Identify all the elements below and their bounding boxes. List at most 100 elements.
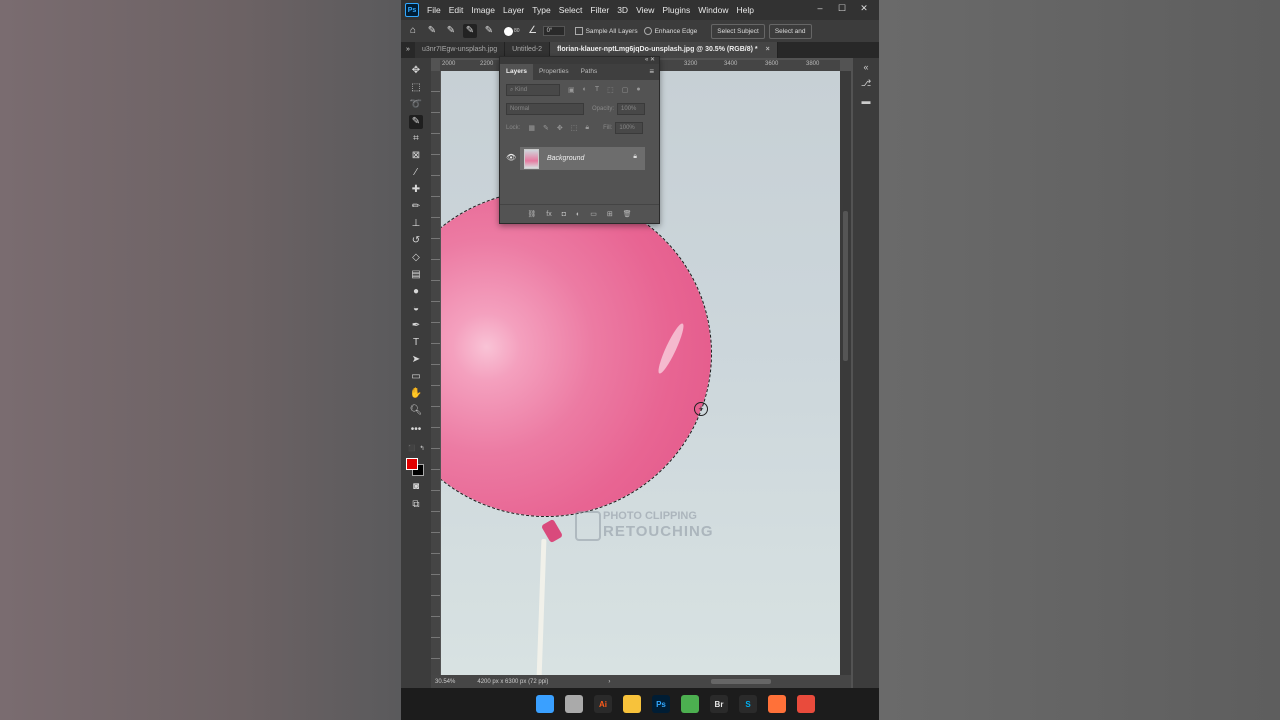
horizontal-scrollbar-thumb[interactable] bbox=[711, 679, 771, 684]
move-tool-icon[interactable]: ✥ bbox=[409, 64, 423, 78]
angle-field[interactable]: 0° bbox=[542, 26, 565, 36]
status-menu-arrow-icon[interactable]: › bbox=[608, 679, 610, 685]
path-selection-tool-icon[interactable]: ➤ bbox=[409, 353, 423, 367]
vertical-scrollbar[interactable] bbox=[840, 71, 851, 675]
menu-item-3d[interactable]: 3D bbox=[617, 5, 628, 15]
bridge-icon[interactable]: Br bbox=[710, 695, 728, 713]
tabs-overflow-icon[interactable]: » bbox=[401, 42, 415, 58]
type-filter-icon[interactable]: T bbox=[595, 86, 599, 93]
panel-collapse-icon[interactable]: « ✕ bbox=[500, 57, 659, 64]
screen-mode-icon[interactable]: ⧉ bbox=[409, 498, 423, 512]
adjustment-layer-icon[interactable]: ◐ bbox=[576, 211, 580, 218]
tab-properties[interactable]: Properties bbox=[533, 64, 575, 80]
menu-item-select[interactable]: Select bbox=[559, 5, 583, 15]
marquee-tool-icon[interactable]: ⬚ bbox=[409, 81, 423, 95]
lasso-tool-icon[interactable]: ➰ bbox=[409, 98, 423, 112]
enhance-edge-checkbox[interactable]: Enhance Edge bbox=[643, 27, 697, 35]
healing-brush-tool-icon[interactable]: ✚ bbox=[409, 183, 423, 197]
sample-all-layers-checkbox[interactable]: Sample All Layers bbox=[574, 27, 638, 35]
crop-tool-icon[interactable]: ⌗ bbox=[409, 132, 423, 146]
close-button[interactable]: ✕ bbox=[853, 0, 875, 16]
swap-colors-icon[interactable]: ↰ bbox=[415, 442, 429, 456]
zoom-tool-icon[interactable]: 🔍︎ bbox=[409, 404, 423, 418]
maximize-button[interactable]: ☐ bbox=[831, 0, 853, 16]
scrollbar-thumb[interactable] bbox=[843, 211, 848, 361]
pen-tool-icon[interactable]: ✒ bbox=[409, 319, 423, 333]
menu-item-layer[interactable]: Layer bbox=[503, 5, 524, 15]
hand-tool-icon[interactable]: ✋ bbox=[409, 387, 423, 401]
tab-document-1[interactable]: u3nr7IEgw-unsplash.jpg bbox=[415, 42, 506, 58]
menu-item-filter[interactable]: Filter bbox=[590, 5, 609, 15]
close-tab-icon[interactable]: × bbox=[766, 46, 770, 53]
zoom-level[interactable]: 30.54% bbox=[435, 679, 455, 685]
fill-field[interactable]: 100% bbox=[615, 121, 644, 134]
blend-mode-select[interactable]: Normal bbox=[506, 102, 584, 115]
menu-item-plugins[interactable]: Plugins bbox=[662, 5, 690, 15]
type-tool-icon[interactable]: T bbox=[409, 336, 423, 350]
menu-item-edit[interactable]: Edit bbox=[449, 5, 464, 15]
layer-style-icon[interactable]: fx bbox=[546, 211, 551, 218]
kind-filter-select[interactable]: ⌕ Kind bbox=[506, 83, 560, 96]
new-selection-icon[interactable]: ✎ bbox=[444, 24, 458, 38]
lock-pixels-icon[interactable]: ✎ bbox=[543, 124, 549, 132]
windows-start-icon[interactable] bbox=[536, 695, 554, 713]
tab-layers[interactable]: Layers bbox=[500, 64, 533, 80]
brush-size-icon[interactable] bbox=[504, 26, 513, 36]
opacity-field[interactable]: 100% bbox=[617, 102, 646, 115]
menu-item-view[interactable]: View bbox=[636, 5, 654, 15]
menu-item-image[interactable]: Image bbox=[471, 5, 495, 15]
select-and-mask-button[interactable]: Select and bbox=[768, 23, 812, 39]
layer-row-background[interactable]: Background 🔒︎ bbox=[520, 147, 645, 170]
chrome-icon[interactable] bbox=[681, 695, 699, 713]
clone-stamp-tool-icon[interactable]: ⊥ bbox=[409, 217, 423, 231]
eraser-tool-icon[interactable]: ◇ bbox=[409, 251, 423, 265]
add-mask-icon[interactable]: ◘ bbox=[562, 211, 566, 218]
more-tools-icon[interactable]: ••• bbox=[409, 423, 423, 437]
gradient-tool-icon[interactable]: ▤ bbox=[409, 268, 423, 282]
adjustment-filter-icon[interactable]: ◐ bbox=[583, 86, 587, 93]
menu-item-window[interactable]: Window bbox=[698, 5, 728, 15]
pixel-filter-icon[interactable]: ▣ bbox=[568, 86, 575, 94]
foreground-color-swatch[interactable] bbox=[406, 458, 418, 470]
layer-lock-icon[interactable]: 🔒︎ bbox=[633, 153, 637, 161]
subtract-from-selection-icon[interactable]: ✎ bbox=[482, 24, 496, 38]
quick-mask-icon[interactable]: ◙ bbox=[409, 480, 423, 494]
comments-panel-icon[interactable]: ▬ bbox=[860, 96, 872, 108]
quick-selection-tool-icon[interactable]: ✎ bbox=[409, 115, 423, 129]
illustrator-icon[interactable]: Ai bbox=[594, 695, 612, 713]
add-to-selection-icon[interactable]: ✎ bbox=[463, 24, 477, 38]
dodge-tool-icon[interactable]: ◒ bbox=[409, 302, 423, 316]
lock-artboard-icon[interactable]: ⬚ bbox=[571, 124, 578, 132]
filter-toggle-icon[interactable]: ● bbox=[636, 86, 640, 93]
link-layers-icon[interactable]: ⛓ bbox=[527, 210, 536, 218]
new-group-icon[interactable]: ▭ bbox=[590, 210, 597, 218]
expand-panels-icon[interactable]: « bbox=[860, 62, 872, 74]
lock-position-icon[interactable]: ✥ bbox=[557, 124, 563, 132]
rectangle-tool-icon[interactable]: ▭ bbox=[409, 370, 423, 384]
frame-tool-icon[interactable]: ⊠ bbox=[409, 149, 423, 163]
home-icon[interactable]: ⌂ bbox=[406, 24, 420, 38]
history-brush-tool-icon[interactable]: ↺ bbox=[409, 234, 423, 248]
select-subject-button[interactable]: Select Subject bbox=[711, 23, 765, 39]
firefox-icon[interactable] bbox=[768, 695, 786, 713]
app-icon[interactable] bbox=[797, 695, 815, 713]
delete-layer-icon[interactable]: 🗑 bbox=[623, 210, 632, 218]
minimize-button[interactable]: – bbox=[809, 0, 831, 16]
skype-icon[interactable]: S bbox=[739, 695, 757, 713]
blur-tool-icon[interactable]: ● bbox=[409, 285, 423, 299]
menu-item-type[interactable]: Type bbox=[532, 5, 550, 15]
panel-menu-icon[interactable]: ≡ bbox=[649, 67, 654, 76]
new-layer-icon[interactable]: ⊞ bbox=[607, 210, 613, 218]
quick-selection-preset-icon[interactable]: ✎ bbox=[425, 24, 439, 38]
menu-item-file[interactable]: File bbox=[427, 5, 441, 15]
eyedropper-tool-icon[interactable]: ⁄ bbox=[409, 166, 423, 180]
lock-all-icon[interactable]: 🔒︎ bbox=[585, 124, 589, 132]
tab-paths[interactable]: Paths bbox=[575, 64, 604, 80]
menu-item-help[interactable]: Help bbox=[736, 5, 753, 15]
file-explorer-icon[interactable] bbox=[623, 695, 641, 713]
visibility-eye-icon[interactable]: 👁︎ bbox=[506, 153, 516, 162]
lock-transparency-icon[interactable]: ▦ bbox=[528, 124, 535, 132]
photoshop-icon[interactable]: Ps bbox=[652, 695, 670, 713]
smart-object-filter-icon[interactable]: ▢ bbox=[622, 86, 629, 94]
task-view-icon[interactable] bbox=[565, 695, 583, 713]
